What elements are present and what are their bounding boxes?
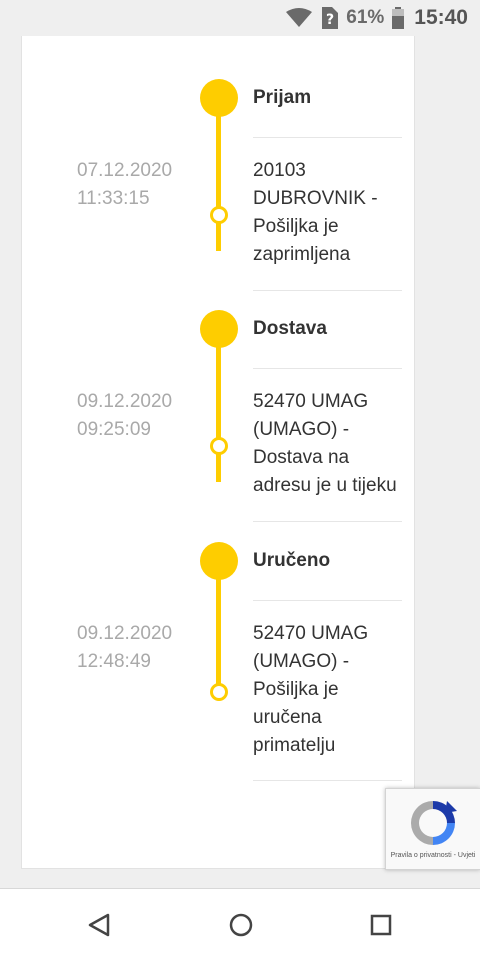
- event-marker: [210, 437, 228, 455]
- event-date-day: 07.12.2020: [77, 160, 173, 181]
- recaptcha-terms-link[interactable]: Uvjeti: [458, 852, 476, 859]
- no-sim-icon: ?: [320, 7, 339, 29]
- tracking-card: Prijam 07.12.2020 11:33:15 20103 DUBROVN…: [21, 36, 415, 869]
- event-date: 09.12.2020 09:25:09: [77, 388, 207, 444]
- event-description: 20103 DUBROVNIK - Pošiljka je zaprimljen…: [253, 157, 413, 269]
- event-marker: [210, 683, 228, 701]
- event-date: 07.12.2020 11:33:15: [77, 157, 207, 213]
- recents-button[interactable]: [370, 914, 392, 941]
- recaptcha-icon: [407, 797, 459, 854]
- event-line: adresu je u tijeku: [253, 475, 397, 496]
- back-button[interactable]: [88, 913, 110, 942]
- event-date-time: 09:25:09: [77, 419, 151, 440]
- event-date-day: 09.12.2020: [77, 391, 173, 412]
- event-line: 52470 UMAG: [253, 623, 369, 644]
- event-line: zaprimljena: [253, 244, 351, 265]
- home-button[interactable]: [228, 912, 254, 943]
- stage-marker: [200, 542, 238, 580]
- divider: [253, 521, 402, 522]
- event-line: (UMAGO) -: [253, 419, 350, 440]
- wifi-icon: [286, 8, 313, 28]
- battery-percent: 61%: [346, 7, 385, 28]
- status-bar: ? 61% 15:40: [0, 0, 480, 36]
- stage-title: Dostava: [253, 318, 327, 339]
- divider: [253, 368, 402, 369]
- recaptcha-badge[interactable]: Pravila o privatnosti - Uvjeti: [385, 788, 480, 870]
- back-icon: [88, 913, 110, 937]
- recaptcha-privacy-link[interactable]: Pravila o privatnosti: [391, 852, 452, 859]
- event-line: 52470 UMAG: [253, 391, 369, 412]
- timeline-line: [216, 329, 221, 482]
- event-marker: [210, 206, 228, 224]
- event-line: primatelju: [253, 735, 336, 756]
- event-line: DUBROVNIK -: [253, 188, 378, 209]
- battery-icon: [392, 7, 405, 29]
- svg-text:?: ?: [326, 12, 334, 28]
- recents-icon: [370, 914, 392, 936]
- event-line: uručena: [253, 707, 322, 728]
- stage-marker: [200, 79, 238, 117]
- home-icon: [229, 913, 253, 937]
- stage-marker: [200, 310, 238, 348]
- timeline-line: [216, 98, 221, 251]
- recaptcha-links: Pravila o privatnosti - Uvjeti: [386, 852, 480, 859]
- divider: [253, 137, 402, 138]
- divider: [253, 780, 402, 781]
- event-date-time: 11:33:15: [77, 188, 150, 209]
- navigation-bar: [0, 888, 480, 961]
- clock: 15:40: [414, 6, 468, 29]
- stage-title: Uručeno: [253, 550, 331, 571]
- event-line: 20103: [253, 160, 306, 181]
- divider: [253, 600, 402, 601]
- event-description: 52470 UMAG (UMAGO) - Pošiljka je uručena…: [253, 620, 413, 760]
- event-line: (UMAGO) -: [253, 651, 350, 672]
- event-description: 52470 UMAG (UMAGO) - Dostava na adresu j…: [253, 388, 423, 500]
- event-line: Pošiljka je: [253, 679, 339, 700]
- event-date: 09.12.2020 12:48:49: [77, 620, 207, 676]
- divider: [253, 290, 402, 291]
- stage-title: Prijam: [253, 87, 312, 108]
- event-date-time: 12:48:49: [77, 651, 151, 672]
- event-line: Dostava na: [253, 447, 350, 468]
- event-date-day: 09.12.2020: [77, 623, 173, 644]
- event-line: Pošiljka je: [253, 216, 339, 237]
